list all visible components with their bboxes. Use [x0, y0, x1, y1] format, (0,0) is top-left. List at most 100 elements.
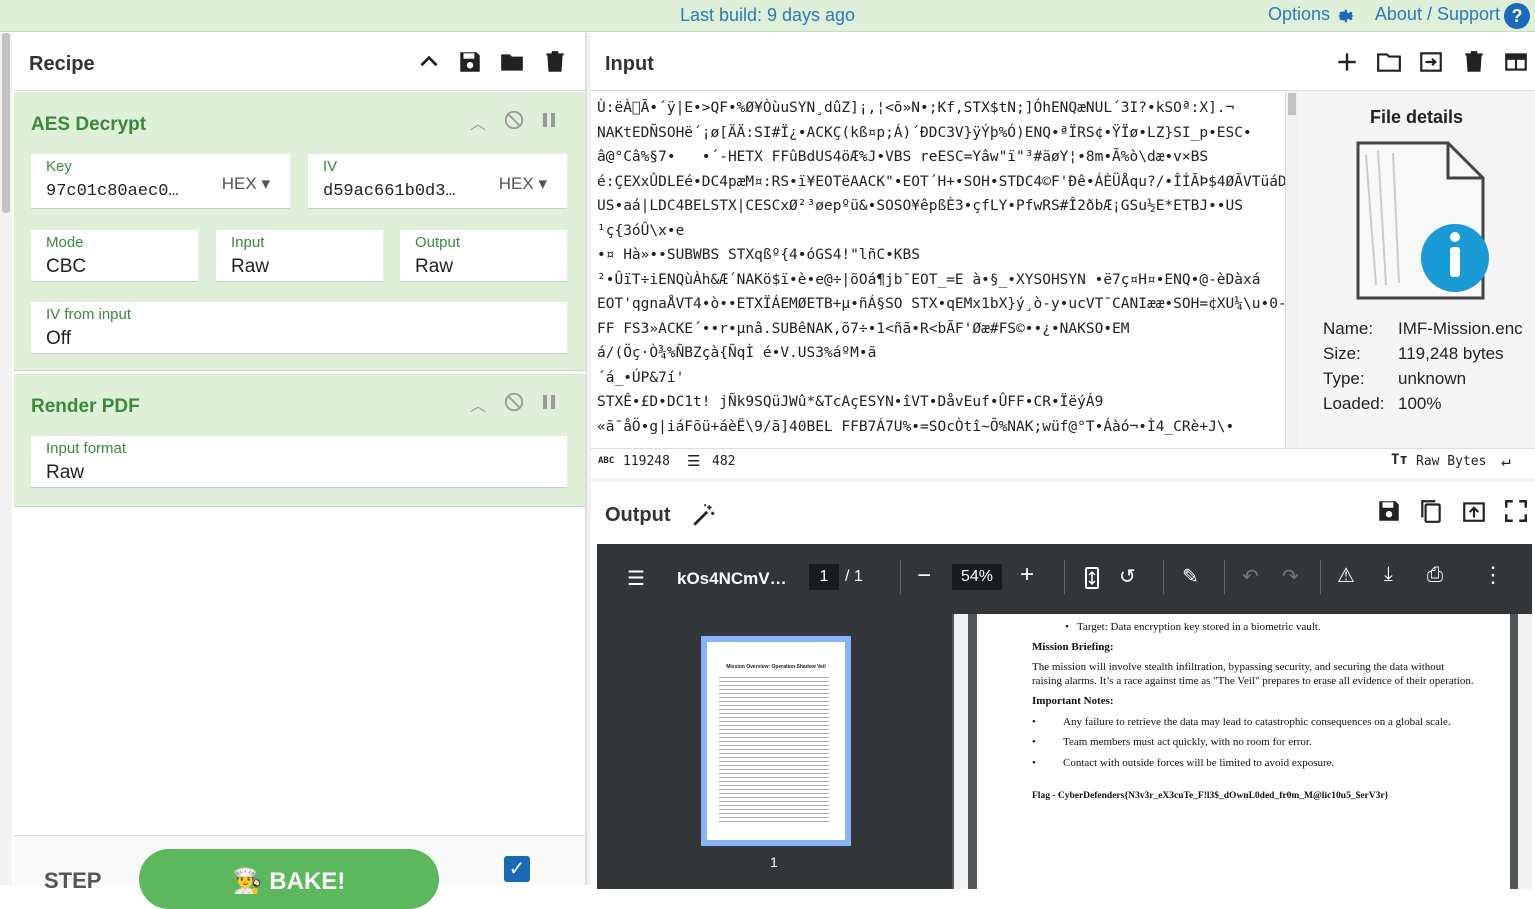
toolbar-divider	[1163, 560, 1164, 594]
pause-icon[interactable]	[540, 110, 558, 130]
redo-icon[interactable]: ↷	[1282, 564, 1299, 589]
file-loaded-row: Loaded: 100%	[1323, 394, 1442, 413]
page-number-input[interactable]: 1	[809, 564, 839, 590]
file-size-row: Size: 119,248 bytes	[1323, 344, 1504, 363]
pause-icon[interactable]	[540, 392, 558, 412]
trash-icon[interactable]	[542, 49, 568, 75]
recipe-header: Recipe	[14, 33, 585, 91]
print-icon[interactable]: ⎙	[1427, 564, 1443, 587]
collapse-chevron-icon[interactable]: ︿	[470, 110, 486, 134]
open-file-icon[interactable]	[1418, 49, 1444, 75]
pdf-filename: kOs4NCmV…	[677, 569, 787, 588]
more-options-icon[interactable]: ⋮	[1482, 562, 1504, 588]
fit-page-icon[interactable]	[1081, 566, 1103, 590]
iv-value[interactable]: d59ac661b0d3…	[323, 182, 456, 201]
about-support-link[interactable]: About / Support	[1375, 4, 1500, 25]
iv-from-input-value[interactable]: Off	[46, 328, 71, 350]
help-icon[interactable]: ?	[1504, 3, 1530, 29]
page-thumbnail[interactable]: Mission Overview: Operation Shadow Veil	[701, 636, 851, 846]
copy-icon[interactable]	[1418, 498, 1444, 524]
iv-field[interactable]: IV d59ac661b0d3… HEX ▾	[308, 154, 567, 209]
magic-wand-icon[interactable]	[691, 502, 717, 528]
output-type-field[interactable]: Output Raw	[400, 230, 567, 282]
input-panel: Input Ù:ëÀ Ã•´ÿ|E•>QF•%Ø¥ÒùuSYN¸dûZ]¡,¦<…	[591, 33, 1535, 476]
input-textarea[interactable]: Ù:ëÀ Ã•´ÿ|E•>QF•%Ø¥ÒùuSYN¸dûZ]¡,¦<õ»N•;K…	[591, 91, 1286, 448]
output-type-label: Output	[415, 234, 461, 251]
recipe-panel: Recipe AES Decrypt ︿ Key 97c01c80aec0… H…	[14, 33, 586, 909]
bake-button[interactable]: 👨‍🍳 BAKE!	[139, 849, 439, 909]
input-title: Input	[605, 53, 654, 75]
input-scrollbar[interactable]	[1286, 91, 1298, 448]
key-format-dropdown[interactable]: HEX ▾	[222, 174, 270, 194]
key-value[interactable]: 97c01c80aec0…	[46, 182, 179, 201]
pdf-heading: Mission Briefing:	[1032, 641, 1114, 653]
input-format-label: Input format	[46, 440, 127, 457]
maximize-icon[interactable]	[1503, 498, 1529, 524]
page-scrollbar[interactable]	[1518, 614, 1532, 889]
disable-icon[interactable]	[503, 391, 525, 413]
input-type-value[interactable]: Raw	[231, 256, 269, 278]
add-text-icon[interactable]: ⚠	[1337, 563, 1355, 588]
top-bar: Last build: 9 days ago Options About / S…	[0, 0, 1535, 32]
render-pdf-title: Render PDF	[31, 396, 140, 417]
thumbnail-text-lines	[719, 674, 829, 824]
recipe-title: Recipe	[29, 53, 95, 75]
trash-icon[interactable]	[1461, 49, 1487, 75]
layout-icon[interactable]	[1503, 49, 1529, 75]
pdf-line: Any failure to retrieve the data may lea…	[1063, 716, 1451, 728]
chevron-up-icon[interactable]	[416, 49, 442, 75]
input-type-field[interactable]: Input Raw	[216, 230, 383, 282]
input-format-value[interactable]: Raw	[46, 462, 84, 484]
annotate-icon[interactable]: ✎	[1182, 564, 1199, 589]
undo-icon[interactable]: ↶	[1242, 564, 1259, 589]
options-link[interactable]: Options	[1268, 4, 1330, 25]
file-details-title: File details	[1369, 107, 1464, 127]
text-encoding-icon[interactable]: Tт	[1391, 452, 1408, 468]
open-folder-icon[interactable]	[1376, 49, 1402, 75]
recipe-footer: STEP 👨‍🍳 BAKE! ✓	[14, 835, 585, 909]
bake-label: BAKE!	[269, 868, 346, 895]
key-label: Key	[46, 158, 72, 175]
gear-icon[interactable]	[1331, 3, 1357, 29]
download-icon[interactable]: ⤓	[1384, 563, 1393, 586]
collapse-chevron-icon[interactable]: ︿	[470, 392, 486, 416]
file-name-row: Name: IMF-Mission.enc	[1323, 319, 1523, 338]
iv-format-dropdown[interactable]: HEX ▾	[499, 174, 547, 194]
toolbar-divider	[1320, 560, 1321, 594]
toolbar-divider	[900, 560, 901, 594]
iv-from-input-label: IV from input	[46, 306, 132, 323]
thumbnail-scrollbar[interactable]	[954, 614, 968, 889]
save-icon[interactable]	[1376, 498, 1402, 524]
zoom-out-icon[interactable]: −	[917, 562, 931, 590]
mode-value[interactable]: CBC	[46, 256, 86, 278]
input-format-field[interactable]: Input format Raw	[31, 436, 567, 488]
disable-icon[interactable]	[503, 109, 525, 131]
auto-bake-checkbox[interactable]: ✓	[504, 856, 530, 882]
pdf-line: Team members must act quickly, with no r…	[1063, 736, 1312, 748]
output-type-value[interactable]: Raw	[415, 256, 453, 278]
input-header: Input	[591, 33, 1535, 91]
raw-bytes-label[interactable]: Raw Bytes	[1416, 454, 1486, 469]
key-field[interactable]: Key 97c01c80aec0… HEX ▾	[31, 154, 290, 209]
add-tab-icon[interactable]	[1334, 49, 1360, 75]
aes-decrypt-title: AES Decrypt	[31, 114, 147, 135]
save-icon[interactable]	[457, 49, 483, 75]
zoom-level[interactable]: 54%	[952, 564, 1002, 590]
zoom-in-icon[interactable]: +	[1020, 561, 1034, 589]
left-scrollbar[interactable]	[0, 33, 12, 885]
folder-icon[interactable]	[499, 49, 525, 75]
pdf-flag: Flag - CyberDefenders{N3v3r_eX3cuTe_F!l3…	[1032, 791, 1389, 801]
iv-from-input-field[interactable]: IV from input Off	[31, 302, 567, 354]
rotate-icon[interactable]: ↺	[1119, 564, 1136, 589]
line-count: 482	[712, 454, 736, 469]
abc-icon: ABC	[598, 456, 615, 466]
eol-icon[interactable]: ↵	[1501, 451, 1511, 470]
replace-input-icon[interactable]	[1461, 498, 1487, 524]
menu-icon[interactable]: ☰	[627, 566, 645, 591]
file-details-panel: File details Name: IMF-Mission.enc Size: 1…	[1298, 91, 1535, 448]
file-type-row: Type: unknown	[1323, 369, 1467, 388]
step-button[interactable]: STEP	[44, 868, 101, 894]
pdf-viewer: ☰ kOs4NCmV… 1 / 1 − 54% + ↺ ✎ ↶ ↷ ⚠ ⤓ ⎙ …	[597, 544, 1532, 889]
thumbnail-page-number: 1	[770, 854, 778, 870]
mode-field[interactable]: Mode CBC	[31, 230, 198, 282]
